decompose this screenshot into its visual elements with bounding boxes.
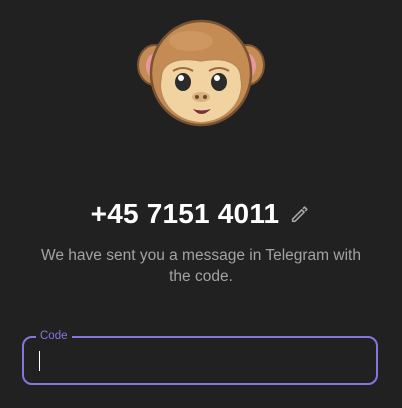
login-code-screen: +45 7151 4011 We have sent you a message… [0,0,402,408]
phone-number: +45 7151 4011 [90,198,280,229]
pencil-icon[interactable] [289,203,311,225]
phone-row: +45 7151 4011 [0,194,402,234]
code-field[interactable]: Code [22,329,378,385]
monkey-face-icon [137,19,265,127]
text-caret [39,351,40,371]
code-input[interactable] [24,338,376,383]
info-message: We have sent you a message in Telegram w… [41,247,361,285]
